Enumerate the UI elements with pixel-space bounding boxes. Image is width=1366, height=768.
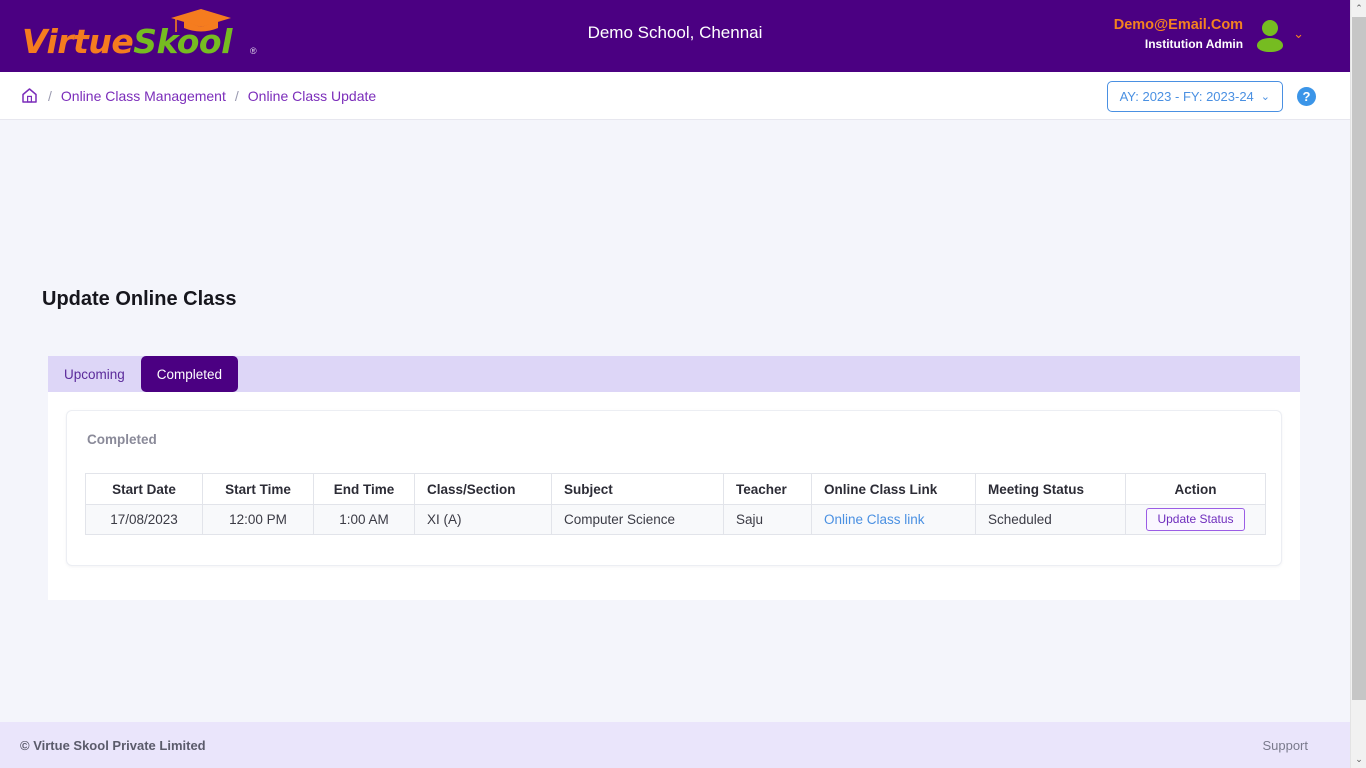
cell-start-date: 17/08/2023 — [85, 504, 203, 535]
column-header-action: Action — [1125, 473, 1266, 505]
table-row: 17/08/2023 12:00 PM 1:00 AM XI (A) Compu… — [85, 504, 1266, 535]
top-header-bar: VirtueSkool ® Demo School, Chennai Demo@… — [0, 0, 1350, 72]
scroll-up-arrow-icon[interactable]: ⌃ — [1351, 0, 1366, 17]
chevron-down-icon: ⌄ — [1260, 90, 1270, 103]
online-class-link[interactable]: Online Class link — [824, 512, 925, 527]
app-window: VirtueSkool ® Demo School, Chennai Demo@… — [0, 0, 1366, 768]
cell-action: Update Status — [1125, 504, 1266, 535]
cell-teacher: Saju — [723, 504, 812, 535]
column-header-teacher: Teacher — [723, 473, 812, 505]
academic-year-dropdown[interactable]: AY: 2023 - FY: 2023-24 ⌄ — [1106, 80, 1283, 112]
update-status-button[interactable]: Update Status — [1146, 507, 1245, 532]
online-classes-table: Start Date Start Time End Time Class/Sec… — [85, 473, 1266, 535]
user-role: Institution Admin — [1144, 36, 1244, 51]
breadcrumb-item-online-class-management[interactable]: Online Class Management — [61, 88, 226, 104]
page-title: Update Online Class — [42, 288, 237, 310]
tab-upcoming[interactable]: Upcoming — [48, 356, 141, 392]
footer-support-link[interactable]: Support — [1262, 738, 1308, 753]
panel-body: Completed Start Date Start Time End Time… — [48, 392, 1300, 600]
column-header-end-time: End Time — [313, 473, 415, 505]
user-menu[interactable]: Demo@Email.Com Institution Admin ⌄ — [1114, 16, 1304, 52]
tab-completed[interactable]: Completed — [140, 356, 239, 392]
logo-text-virtue: Virtue — [22, 22, 134, 61]
column-header-class-section: Class/Section — [414, 473, 552, 505]
footer-bar: © Virtue Skool Private Limited Support — [0, 722, 1350, 768]
avatar-head — [1262, 19, 1279, 36]
avatar-body — [1257, 37, 1284, 52]
column-header-subject: Subject — [551, 473, 724, 505]
column-header-start-date: Start Date — [85, 473, 203, 505]
footer-copyright: © Virtue Skool Private Limited — [20, 737, 206, 753]
column-header-start-time: Start Time — [202, 473, 314, 505]
column-header-online-class-link: Online Class Link — [811, 473, 976, 505]
breadcrumb-separator-2: / — [234, 87, 239, 104]
cell-online-class-link: Online Class link — [811, 504, 976, 535]
content-panel: Upcoming Completed Completed Start Date … — [48, 356, 1300, 600]
cell-meeting-status: Scheduled — [975, 504, 1126, 535]
help-icon[interactable]: ? — [1297, 86, 1316, 106]
scrollbar-thumb[interactable] — [1352, 17, 1366, 700]
avatar[interactable] — [1257, 19, 1284, 52]
home-icon[interactable] — [20, 86, 39, 105]
user-info: Demo@Email.Com Institution Admin — [1114, 16, 1243, 52]
breadcrumb-separator-1: / — [48, 87, 52, 104]
breadcrumb-item-online-class-update[interactable]: Online Class Update — [248, 88, 376, 104]
section-heading: Completed — [87, 432, 157, 447]
page-viewport: VirtueSkool ® Demo School, Chennai Demo@… — [0, 0, 1350, 768]
cell-class-section: XI (A) — [414, 504, 552, 535]
breadcrumb-bar: / Online Class Management / Online Class… — [0, 72, 1350, 120]
breadcrumb-actions: AY: 2023 - FY: 2023-24 ⌄ ? — [1106, 72, 1316, 120]
cell-end-time: 1:00 AM — [313, 504, 415, 535]
brand-logo[interactable]: VirtueSkool ® — [22, 8, 262, 64]
main-content: Update Online Class Upcoming Completed C… — [0, 120, 1350, 722]
vertical-scrollbar[interactable]: ⌃ ⌄ — [1350, 0, 1366, 768]
scroll-down-arrow-icon[interactable]: ⌄ — [1351, 751, 1366, 768]
table-header-row: Start Date Start Time End Time Class/Sec… — [85, 473, 1266, 505]
tab-bar: Upcoming Completed — [48, 356, 1300, 392]
logo-text-skool: Skool — [133, 22, 232, 61]
breadcrumb: / Online Class Management / Online Class… — [20, 86, 376, 105]
logo-wordmark: VirtueSkool — [22, 22, 232, 61]
user-email: Demo@Email.Com — [1113, 17, 1244, 33]
completed-card: Completed Start Date Start Time End Time… — [66, 410, 1282, 566]
academic-year-label: AY: 2023 - FY: 2023-24 — [1119, 88, 1254, 104]
chevron-down-icon[interactable]: ⌄ — [1293, 26, 1304, 42]
logo-trademark: ® — [250, 46, 257, 56]
cell-subject: Computer Science — [551, 504, 724, 535]
cell-start-time: 12:00 PM — [202, 504, 314, 535]
column-header-meeting-status: Meeting Status — [975, 473, 1126, 505]
